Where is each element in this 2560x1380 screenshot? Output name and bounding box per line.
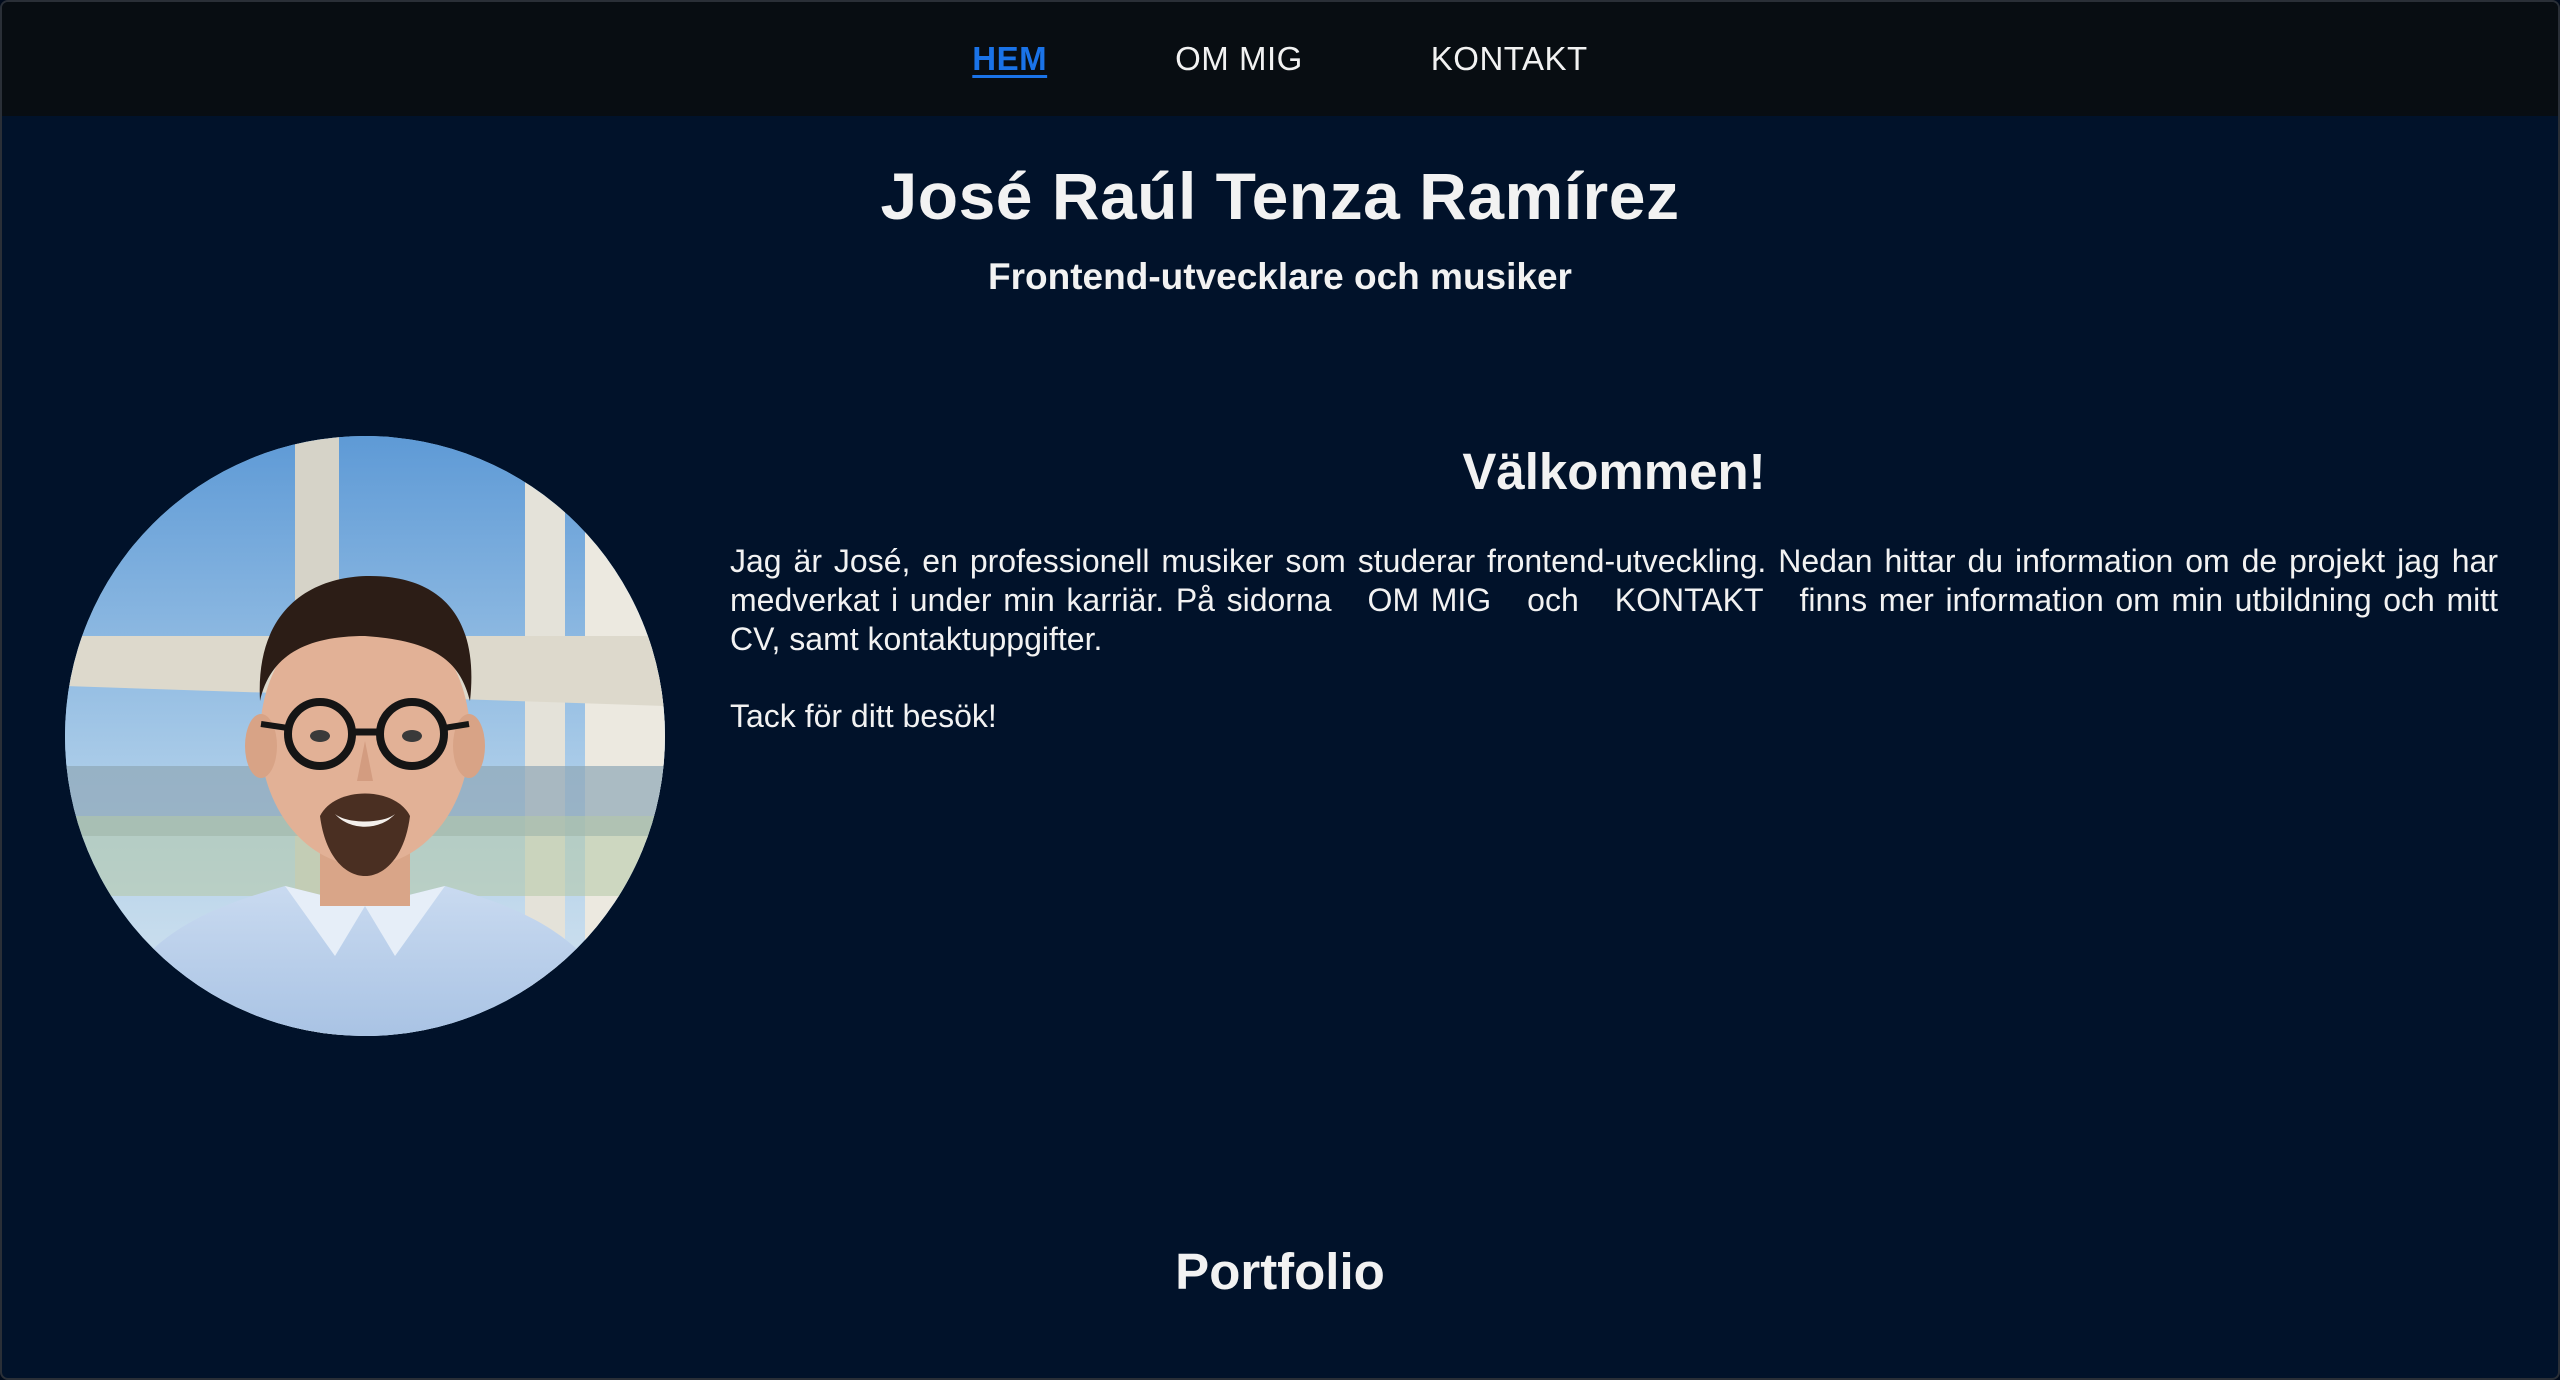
- nav-link-om-mig[interactable]: OM MIG: [1175, 40, 1303, 78]
- nav-link-kontakt[interactable]: KONTAKT: [1431, 40, 1588, 78]
- page: HEM OM MIG KONTAKT José Raúl Tenza Ramír…: [0, 0, 2560, 1380]
- top-navigation: HEM OM MIG KONTAKT: [2, 2, 2558, 116]
- inline-link-kontakt[interactable]: KONTAKT: [1615, 582, 1764, 618]
- profile-photo: [65, 436, 665, 1036]
- nav-link-hem[interactable]: HEM: [972, 40, 1047, 78]
- inline-link-om-mig[interactable]: OM MIG: [1368, 582, 1492, 618]
- site-title: José Raúl Tenza Ramírez: [880, 159, 1680, 233]
- welcome-heading: Välkommen!: [1462, 443, 1766, 500]
- intro-paragraph: Jag är José, en professionell musiker so…: [730, 542, 2498, 659]
- site-subtitle: Frontend-utvecklare och musiker: [988, 256, 1572, 297]
- profile-photo-image: [65, 436, 665, 1036]
- intro-text-part2: och: [1527, 582, 1579, 618]
- portfolio-heading: Portfolio: [1175, 1243, 1385, 1300]
- thanks-text: Tack för ditt besök!: [730, 698, 997, 734]
